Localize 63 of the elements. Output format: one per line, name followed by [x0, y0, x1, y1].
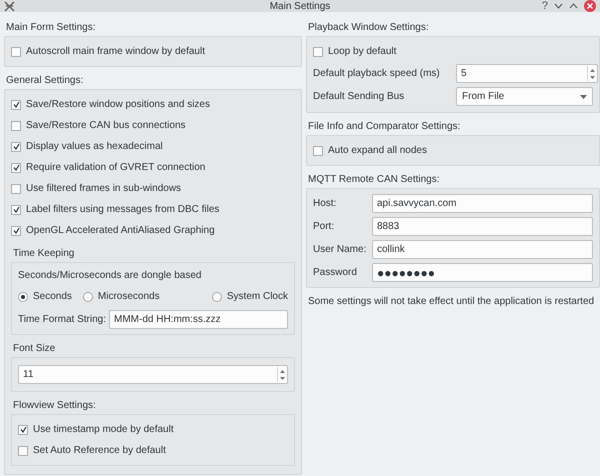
app-logo-icon: [4, 0, 15, 12]
checkbox-box[interactable]: [18, 424, 28, 434]
radio-label: Microseconds: [98, 291, 160, 302]
radio-button[interactable]: System Clock: [212, 291, 288, 302]
field-label: Port:: [313, 221, 336, 232]
maximize-icon[interactable]: [569, 3, 578, 9]
checkbox-box[interactable]: [11, 100, 21, 110]
checkbox-box[interactable]: [11, 162, 21, 172]
radio-circle[interactable]: [212, 292, 222, 302]
checkbox[interactable]: Loop by default: [313, 46, 396, 57]
field-label: Default Sending Bus: [313, 91, 406, 102]
radio-label: Seconds: [33, 291, 72, 302]
password-field[interactable]: ●●●●●●●●: [372, 263, 593, 282]
checkbox-box[interactable]: [313, 146, 323, 156]
section-heading: Flowview Settings:: [13, 399, 97, 413]
caret-icon: [580, 94, 587, 98]
input-field[interactable]: 8883: [372, 217, 593, 236]
radio-label: System Clock: [226, 291, 288, 302]
minimize-icon[interactable]: [554, 3, 563, 9]
check-icon: [12, 164, 20, 171]
input-field[interactable]: collink: [372, 240, 593, 259]
checkbox-box[interactable]: [11, 226, 21, 236]
radio-circle[interactable]: [82, 292, 93, 302]
section-heading: Playback Window Settings:: [308, 21, 430, 35]
spin-box[interactable]: 5: [456, 64, 598, 83]
spin-box[interactable]: 11: [18, 365, 288, 384]
checkbox-label: Loop by default: [328, 46, 396, 57]
checkbox-box[interactable]: [11, 184, 21, 194]
section-heading: General Settings:: [6, 74, 84, 88]
checkbox-box[interactable]: [11, 120, 21, 130]
field-label: User Name:: [313, 244, 367, 255]
section-heading: Time Keeping: [13, 247, 76, 261]
info-note: Some settings will not take effect until the application is restarted: [308, 296, 596, 307]
section-heading: Font Size: [13, 342, 56, 356]
checkbox-box[interactable]: [313, 46, 323, 56]
radio-circle[interactable]: [18, 292, 28, 302]
section-heading: MQTT Remote CAN Settings:: [308, 173, 441, 187]
checkbox-box[interactable]: [11, 46, 21, 56]
checkbox-box[interactable]: [11, 142, 21, 152]
check-icon: [12, 206, 20, 213]
section-heading: Main Form Settings:: [6, 21, 96, 35]
section-heading: File Info and Comparator Settings:: [308, 120, 462, 134]
checkbox-box[interactable]: [11, 204, 21, 214]
check-icon: [20, 426, 26, 433]
checkbox-box[interactable]: [18, 446, 28, 456]
check-icon: [12, 143, 20, 150]
check-icon: [12, 227, 20, 234]
window-title: Main Settings: [270, 0, 330, 12]
help-button[interactable]: ?: [542, 0, 548, 12]
field-label: Time Format String:: [18, 314, 104, 324]
dropdown[interactable]: From File: [456, 87, 593, 106]
spin-arrows-icon[interactable]: [277, 367, 286, 382]
field-label: Default playback speed (ms): [313, 68, 441, 79]
hint-text: Seconds/Microseconds are dongle based: [18, 270, 202, 281]
field-label: Host:: [313, 198, 338, 209]
check-icon: [12, 101, 20, 108]
radio-button[interactable]: Microseconds: [82, 291, 160, 302]
spin-arrows-icon[interactable]: [587, 66, 596, 81]
input-field[interactable]: api.savvycan.com: [372, 194, 593, 213]
input-field[interactable]: MMM-dd HH:mm:ss.zzz: [109, 310, 288, 328]
field-label: Password: [313, 267, 358, 278]
radio-button[interactable]: Seconds: [18, 291, 72, 302]
close-icon[interactable]: [584, 0, 596, 12]
